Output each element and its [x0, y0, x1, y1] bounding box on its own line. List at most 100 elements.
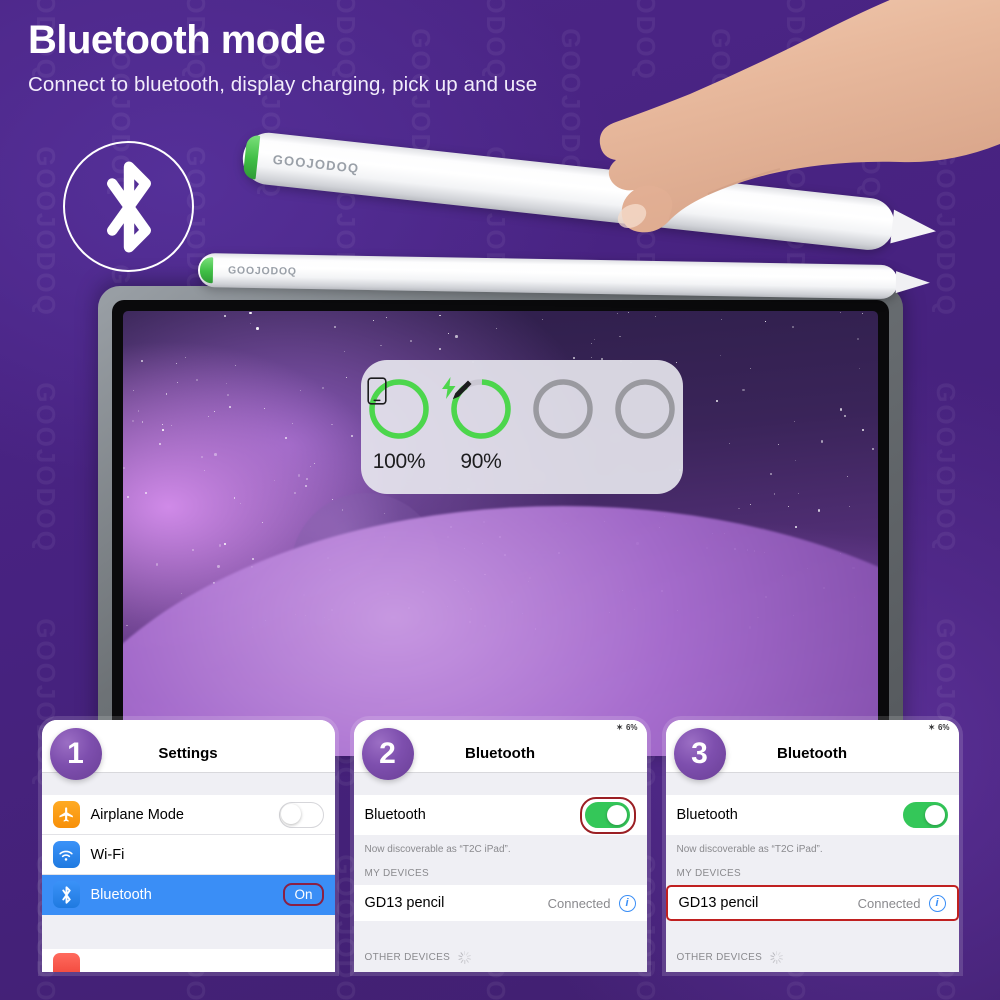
status-bluetooth-icon: ✶ [928, 723, 935, 732]
star [716, 400, 719, 403]
star [165, 393, 168, 395]
battery-cell[interactable]: 90% [442, 377, 513, 474]
star [749, 368, 751, 370]
star [795, 526, 797, 528]
tablet-icon [367, 377, 387, 405]
battery-ring-icon [449, 377, 513, 441]
bluetooth-toggle[interactable] [585, 802, 630, 828]
battery-cell[interactable] [613, 377, 677, 450]
info-icon[interactable]: i [618, 894, 636, 912]
status-battery-label: 6% [625, 723, 638, 732]
star [777, 443, 780, 445]
bluetooth-toggle[interactable] [902, 802, 948, 828]
other-devices-header: OTHER DEVICES [676, 952, 763, 963]
star [849, 506, 851, 508]
panel-body: Bluetooth Now discoverable as “T2C iPad”.… [665, 773, 959, 972]
info-icon[interactable]: i [928, 894, 946, 912]
my-devices-header: MY DEVICES [364, 868, 429, 879]
nav-title: Bluetooth [465, 745, 535, 762]
star [590, 356, 592, 358]
star [256, 327, 259, 330]
bluetooth-logo-badge [63, 141, 194, 272]
bluetooth-toggle-row[interactable]: Bluetooth [665, 795, 959, 835]
star [788, 505, 789, 507]
star [322, 386, 325, 389]
star [334, 325, 337, 328]
settings-row[interactable] [41, 949, 335, 972]
battery-ring [442, 377, 513, 441]
stylus-tip [895, 271, 931, 294]
star [145, 491, 148, 494]
star [223, 315, 227, 318]
star [793, 421, 795, 423]
watermark-text: GOOJODOQ [30, 382, 61, 553]
settings-row[interactable]: Wi-Fi [41, 835, 335, 875]
star [794, 460, 796, 462]
star [847, 475, 849, 477]
device-row[interactable]: GD13 pencil Connected i [353, 885, 647, 921]
star [817, 509, 820, 512]
page-title: Bluetooth mode [28, 18, 326, 62]
star [181, 593, 182, 594]
status-bluetooth-icon: ✶ [616, 723, 623, 732]
star [871, 447, 875, 451]
star [495, 327, 498, 329]
star [141, 421, 144, 423]
device-name: GD13 pencil [364, 895, 445, 911]
star [862, 428, 865, 431]
star [410, 339, 412, 342]
star [379, 344, 382, 347]
star [200, 456, 203, 459]
wifi-icon [52, 841, 80, 868]
device-name: GD13 pencil [678, 895, 759, 911]
star [126, 496, 129, 499]
device-row[interactable]: GD13 pencil Connected i [665, 885, 959, 921]
star [572, 356, 575, 359]
star [439, 347, 442, 350]
battery-percent-label: 90% [460, 450, 502, 473]
star [764, 320, 766, 322]
my-devices-header: MY DEVICES [676, 868, 741, 879]
star [344, 350, 345, 352]
battery-ring-icon [613, 377, 677, 441]
stylus-brand-label: GOOJODOQ [227, 264, 297, 278]
star [159, 443, 161, 445]
star [385, 316, 387, 318]
star [844, 415, 846, 417]
step-number-badge: 3 [673, 728, 726, 780]
star [774, 493, 776, 495]
star [306, 478, 308, 480]
star [297, 474, 301, 477]
star [720, 318, 723, 321]
star [196, 379, 199, 382]
battery-widget[interactable]: 100% 90% [361, 360, 683, 494]
settings-row[interactable]: Bluetooth On [41, 875, 335, 915]
star [750, 503, 751, 505]
settings-row[interactable]: Airplane Mode [41, 795, 335, 835]
star [240, 502, 241, 504]
battery-cell[interactable]: 100% [367, 377, 431, 474]
battery-cell[interactable] [531, 377, 595, 450]
airplane-mode-toggle[interactable] [278, 801, 324, 828]
star [137, 410, 140, 413]
star [274, 480, 276, 482]
step-panel: 3 ✶ 6% Bluetooth Bluetooth Now discoverable a… [665, 720, 959, 972]
step-number-badge: 1 [49, 728, 102, 780]
star [208, 416, 209, 417]
star [228, 406, 231, 408]
star [541, 318, 543, 320]
loading-spinner-icon [457, 951, 471, 964]
battery-ring-icon [531, 377, 595, 441]
star [294, 492, 296, 494]
star [219, 544, 222, 547]
panel-body: Airplane Mode Wi-Fi Bluetooth On [41, 773, 335, 972]
device-status: Connected [547, 895, 611, 911]
star [203, 470, 206, 472]
star [455, 335, 458, 338]
battery-ring [531, 377, 595, 441]
status-battery-label: 6% [937, 723, 950, 732]
device-status: Connected [857, 895, 921, 911]
bluetooth-toggle-row[interactable]: Bluetooth [353, 795, 647, 835]
star [447, 332, 449, 334]
star [719, 354, 721, 356]
